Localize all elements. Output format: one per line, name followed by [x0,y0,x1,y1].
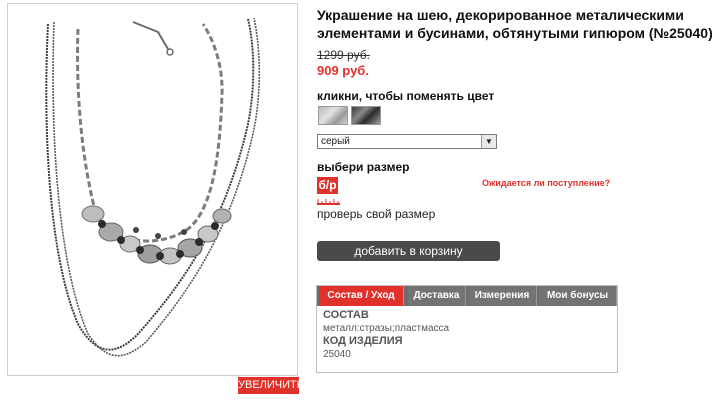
size-option-onesize[interactable]: б/р [317,177,338,194]
ruler-icon [317,199,340,205]
chevron-down-icon: ▼ [481,135,496,148]
composition-heading: СОСТАВ [323,309,369,321]
tab-my-bonuses[interactable]: Мои бонусы [539,286,617,306]
sale-price: 909 руб. [317,63,369,78]
tab-measurements[interactable]: Измерения [468,286,537,306]
color-swatch-black[interactable] [351,106,381,125]
necklace-image [45,17,261,357]
composition-value: металл:стразы;пластмасса [323,323,450,334]
old-price: 1299 руб. [317,48,370,62]
color-label: кликни, чтобы поменять цвет [317,89,495,103]
color-swatch-gray[interactable] [318,106,348,125]
check-size-link[interactable]: проверь свой размер [317,207,435,221]
tab-content: СОСТАВ металл:стразы;пластмасса КОД ИЗДЕ… [323,309,449,361]
awaiting-stock-link[interactable]: Ожидается ли поступление? [482,178,610,188]
zoom-button[interactable]: УВЕЛИЧИТЬ [238,377,304,394]
color-select[interactable]: серый ▼ [317,134,497,149]
add-to-cart-button[interactable]: добавить в корзину [317,241,500,261]
color-select-value: серый [321,136,350,147]
info-tabs: Состав / Уход Доставка Измерения Мои бон… [316,285,618,373]
product-code-value: 25040 [323,349,351,360]
product-title: Украшение на шею, декорированное металич… [317,7,713,41]
product-code-heading: КОД ИЗДЕЛИЯ [323,335,403,347]
tab-bar: Состав / Уход Доставка Измерения Мои бон… [317,286,617,306]
product-photo[interactable] [7,3,298,376]
tab-composition-care[interactable]: Состав / Уход [319,286,404,306]
tab-delivery[interactable]: Доставка [408,286,466,306]
size-label: выбери размер [317,160,410,174]
